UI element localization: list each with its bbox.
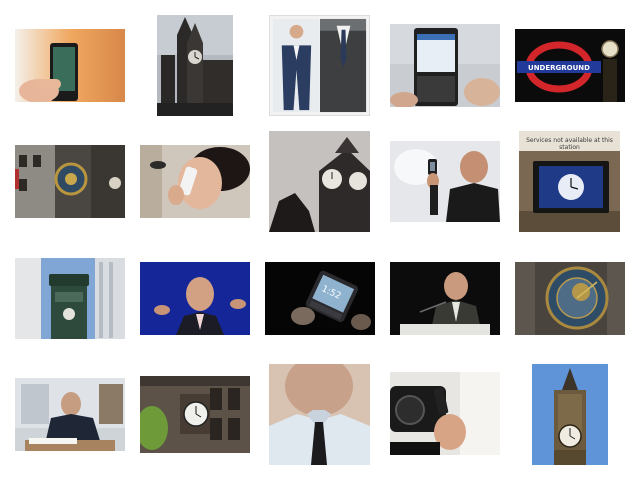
- image-phone-screen-dark[interactable]: 1:52: [265, 262, 375, 335]
- image-street-clock-pillar[interactable]: [15, 258, 125, 339]
- image-men-in-suits[interactable]: [269, 15, 370, 116]
- image-woman-on-phone[interactable]: [140, 145, 250, 218]
- image-astronomical-clock-dial[interactable]: [515, 262, 625, 335]
- image-grid: { "grid": { "rows": 4, "columns": 5, "ba…: [0, 0, 640, 480]
- image-speaker-blue-stage[interactable]: [140, 262, 250, 335]
- image-man-reading-papers[interactable]: [15, 378, 125, 451]
- image-big-ben-clock-face[interactable]: [269, 131, 370, 232]
- image-texting-phone[interactable]: [390, 24, 500, 107]
- image-hand-phone-camera[interactable]: [390, 372, 500, 455]
- svg-text:UNDERGROUND: UNDERGROUND: [528, 64, 590, 72]
- image-man-at-podium[interactable]: [390, 262, 500, 335]
- image-astronomical-clock-street[interactable]: [15, 145, 125, 218]
- image-shirt-and-tie[interactable]: [269, 364, 370, 465]
- image-station-digital-clock[interactable]: Services not available at this station: [519, 131, 620, 232]
- image-underground-sign-clock[interactable]: UNDERGROUND: [515, 29, 625, 102]
- image-building-clock[interactable]: [140, 376, 250, 453]
- image-hand-smartphone-orange[interactable]: [15, 29, 125, 102]
- image-gothic-clock-tower[interactable]: [157, 15, 233, 116]
- image-big-ben-blue-sky[interactable]: [532, 364, 608, 465]
- image-presenter-holding-phone[interactable]: [390, 141, 500, 222]
- station-caption: Services not available at this station: [526, 137, 613, 151]
